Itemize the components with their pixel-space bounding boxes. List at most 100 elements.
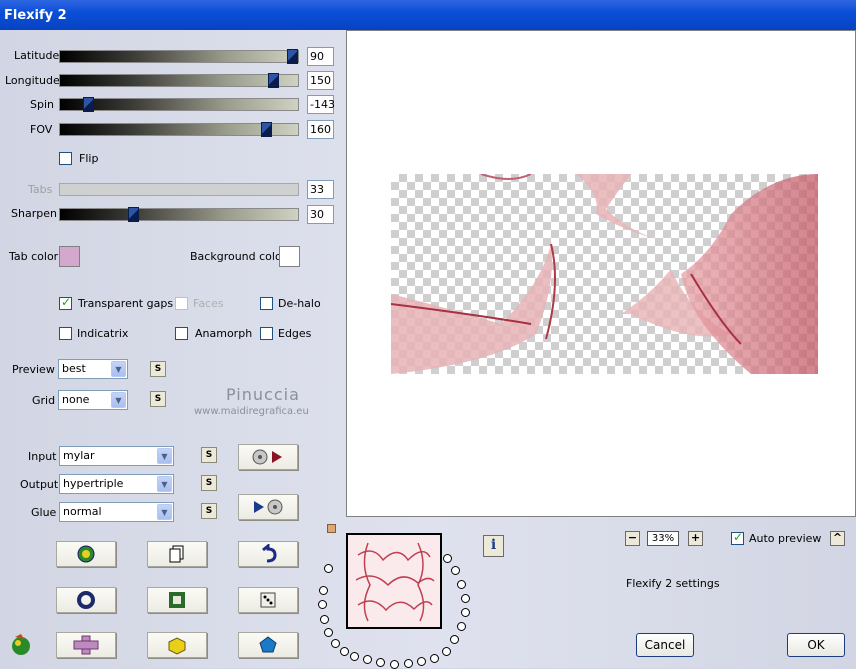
info-icon: i bbox=[490, 537, 497, 553]
rotation-dot[interactable] bbox=[363, 655, 372, 664]
watermark-name: Pinuccia bbox=[226, 385, 300, 404]
rotation-dot[interactable] bbox=[457, 622, 466, 631]
rotation-dot[interactable] bbox=[320, 615, 329, 624]
chevron-down-icon[interactable]: ▼ bbox=[157, 504, 172, 520]
preview-render bbox=[391, 174, 818, 374]
randomize-button[interactable] bbox=[56, 541, 116, 567]
rotation-dot[interactable] bbox=[319, 586, 328, 595]
glue-s-button[interactable]: S bbox=[201, 503, 217, 519]
navigator-render bbox=[348, 535, 440, 627]
preview-image bbox=[391, 174, 818, 374]
auto-preview-checkbox[interactable]: ✓ bbox=[731, 530, 744, 545]
background-color-swatch[interactable] bbox=[279, 246, 300, 267]
latitude-slider[interactable] bbox=[59, 49, 299, 64]
output-select[interactable]: hypertriple ▼ bbox=[59, 474, 174, 494]
longitude-label: Longitude bbox=[5, 74, 60, 87]
longitude-slider-thumb[interactable] bbox=[268, 73, 279, 88]
edges-checkbox[interactable] bbox=[260, 327, 273, 340]
sharpen-slider[interactable] bbox=[59, 207, 299, 222]
rotation-dot[interactable] bbox=[461, 594, 470, 603]
frame-button[interactable] bbox=[147, 587, 207, 613]
chevron-down-icon[interactable]: ▼ bbox=[111, 361, 126, 377]
chevron-down-icon[interactable]: ▼ bbox=[111, 392, 126, 408]
sharpen-slider-thumb[interactable] bbox=[128, 207, 139, 222]
rotation-dot[interactable] bbox=[318, 600, 327, 609]
navigator-thumbnail[interactable] bbox=[346, 533, 442, 629]
fov-slider[interactable] bbox=[59, 122, 299, 137]
sharpen-value[interactable]: 30 bbox=[307, 205, 334, 224]
chevron-down-icon[interactable]: ▼ bbox=[157, 476, 172, 492]
save-preset-button[interactable] bbox=[238, 494, 298, 520]
pentagon-button[interactable] bbox=[238, 632, 298, 658]
rotation-dot[interactable] bbox=[340, 647, 349, 656]
copy-button[interactable] bbox=[147, 541, 207, 567]
undo-icon bbox=[262, 544, 277, 563]
flip-checkbox[interactable] bbox=[59, 152, 72, 165]
preview-panel[interactable] bbox=[346, 30, 856, 517]
indicatrix-checkbox[interactable] bbox=[59, 327, 72, 340]
fov-slider-thumb[interactable] bbox=[261, 122, 272, 137]
rotation-dot[interactable] bbox=[324, 628, 333, 637]
undo-button[interactable] bbox=[238, 541, 298, 567]
rotation-dot[interactable] bbox=[457, 580, 466, 589]
handle-icon[interactable] bbox=[327, 524, 336, 533]
rotation-dot[interactable] bbox=[404, 659, 413, 668]
dice-icon bbox=[260, 592, 276, 608]
de-halo-label: De-halo bbox=[278, 297, 321, 310]
rotation-dot[interactable] bbox=[461, 608, 470, 617]
zoom-in-button[interactable]: + bbox=[688, 531, 703, 546]
grid-s-button[interactable]: S bbox=[150, 391, 166, 407]
glue-select[interactable]: normal ▼ bbox=[59, 502, 174, 522]
tab-color-swatch[interactable] bbox=[59, 246, 80, 267]
zoom-out-button[interactable]: − bbox=[625, 531, 640, 546]
rotation-dot[interactable] bbox=[430, 654, 439, 663]
pentagon-icon bbox=[259, 636, 277, 653]
rotation-dot[interactable] bbox=[331, 639, 340, 648]
ring-button[interactable] bbox=[56, 587, 116, 613]
rotation-dot[interactable] bbox=[451, 566, 460, 575]
input-s-button[interactable]: S bbox=[201, 447, 217, 463]
rotation-dot[interactable] bbox=[350, 652, 359, 661]
load-preset-button[interactable] bbox=[238, 444, 298, 470]
latitude-slider-thumb[interactable] bbox=[287, 49, 298, 64]
output-s-button[interactable]: S bbox=[201, 475, 217, 491]
dice-button[interactable] bbox=[238, 587, 298, 613]
rotation-dot[interactable] bbox=[442, 647, 451, 656]
cross-button[interactable] bbox=[56, 632, 116, 658]
anamorph-checkbox[interactable] bbox=[175, 327, 188, 340]
cube-button[interactable] bbox=[147, 632, 207, 658]
chevron-down-icon[interactable]: ▼ bbox=[157, 448, 172, 464]
grid-select[interactable]: none ▼ bbox=[58, 390, 128, 410]
rotation-dot[interactable] bbox=[324, 564, 333, 573]
rotation-dot[interactable] bbox=[443, 554, 452, 563]
cancel-button[interactable]: Cancel bbox=[636, 633, 694, 657]
rotation-dot[interactable] bbox=[450, 635, 459, 644]
tabs-value[interactable]: 33 bbox=[307, 180, 334, 199]
info-button[interactable]: i bbox=[483, 535, 504, 557]
collapse-button[interactable]: ^ bbox=[830, 531, 845, 546]
tab-color-label: Tab color bbox=[9, 250, 59, 263]
transparent-gaps-checkbox[interactable]: ✓ bbox=[59, 295, 72, 310]
spin-value[interactable]: -143 bbox=[307, 95, 335, 114]
flip-label: Flip bbox=[79, 152, 99, 165]
fov-value[interactable]: 160 bbox=[307, 120, 334, 139]
longitude-value[interactable]: 150 bbox=[307, 71, 334, 90]
de-halo-checkbox[interactable] bbox=[260, 297, 273, 310]
input-select[interactable]: mylar ▼ bbox=[59, 446, 174, 466]
spin-slider-thumb[interactable] bbox=[83, 97, 94, 112]
indicatrix-label: Indicatrix bbox=[77, 327, 129, 340]
globe-icon bbox=[77, 545, 95, 563]
faces-label: Faces bbox=[193, 297, 224, 310]
rotation-dot[interactable] bbox=[376, 658, 385, 667]
latitude-value[interactable]: 90 bbox=[307, 47, 334, 66]
preview-select[interactable]: best ▼ bbox=[58, 359, 128, 379]
longitude-slider[interactable] bbox=[59, 73, 299, 88]
spin-slider[interactable] bbox=[59, 97, 299, 112]
rotation-dot[interactable] bbox=[417, 657, 426, 666]
ok-button[interactable]: OK bbox=[787, 633, 845, 657]
watermark-site: www.maidiregrafica.eu bbox=[194, 406, 309, 417]
latitude-label: Latitude bbox=[14, 49, 60, 62]
zoom-level[interactable]: 33% bbox=[647, 531, 679, 546]
preview-s-button[interactable]: S bbox=[150, 361, 166, 377]
plus-icon: + bbox=[690, 531, 701, 544]
